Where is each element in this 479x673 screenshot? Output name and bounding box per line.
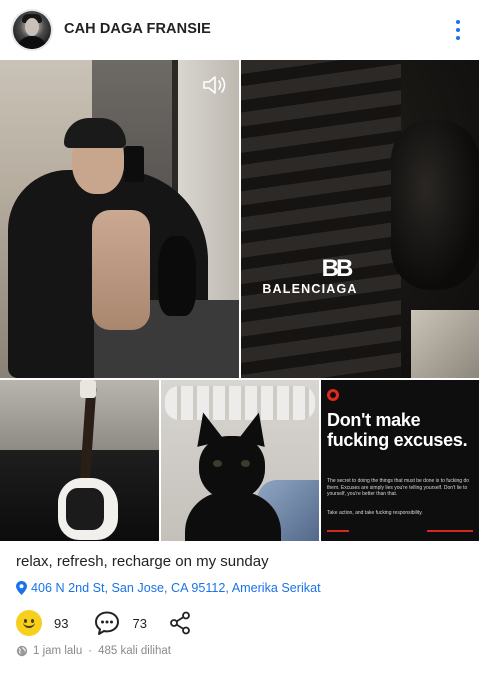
- view-count: 485 kali dilihat: [98, 645, 171, 657]
- photo-balenciaga-boots[interactable]: BB BALENCIAGA: [241, 60, 479, 378]
- photo-quote-poster[interactable]: Don't make fucking excuses. The secret t…: [321, 380, 479, 541]
- author-name[interactable]: CAH DAGA FRANSIE: [64, 21, 211, 37]
- comment-count: 73: [132, 615, 147, 631]
- meta-separator: ·: [88, 645, 93, 657]
- avatar[interactable]: [13, 11, 51, 49]
- post-actions: 93 73: [16, 609, 191, 637]
- poster-footer: Take action, and take fucking responsibi…: [327, 510, 423, 516]
- photo-black-kitten[interactable]: [161, 380, 319, 541]
- post-header: CAH DAGA FRANSIE: [0, 0, 479, 60]
- reaction-count: 93: [54, 615, 69, 631]
- comment-button[interactable]: 73: [68, 610, 147, 636]
- photo-guitar[interactable]: [0, 380, 159, 541]
- post-caption: relax, refresh, recharge on my sunday: [16, 553, 269, 570]
- photo-selfie-with-cat[interactable]: [0, 60, 239, 378]
- photo-collage: BB BALENCIAGA Don't make fucking excuses…: [0, 60, 479, 541]
- brand-name: BALENCIAGA: [262, 282, 358, 296]
- comment-icon: [95, 611, 120, 635]
- globe-icon: [16, 645, 28, 657]
- poster-badge-icon: [327, 389, 339, 401]
- smile-reaction-icon: [16, 610, 42, 636]
- location-text: 406 N 2nd St, San Jose, CA 95112, Amerik…: [31, 581, 321, 595]
- brand-logo-mark: BB: [321, 255, 354, 282]
- share-button[interactable]: [147, 611, 191, 635]
- share-icon: [170, 611, 190, 635]
- location-pin-icon: [16, 581, 27, 595]
- poster-body: The secret to doing the things that must…: [327, 478, 470, 497]
- sound-icon[interactable]: [202, 74, 228, 96]
- more-vertical-icon[interactable]: [452, 18, 464, 42]
- reaction-button[interactable]: 93: [16, 610, 68, 636]
- post-meta: 1 jam lalu · 485 kali dilihat: [16, 645, 171, 657]
- poster-footer-lines: [327, 530, 473, 532]
- post-time: 1 jam lalu: [33, 645, 83, 657]
- location-link[interactable]: 406 N 2nd St, San Jose, CA 95112, Amerik…: [16, 581, 321, 595]
- poster-headline: Don't make fucking excuses.: [327, 410, 468, 450]
